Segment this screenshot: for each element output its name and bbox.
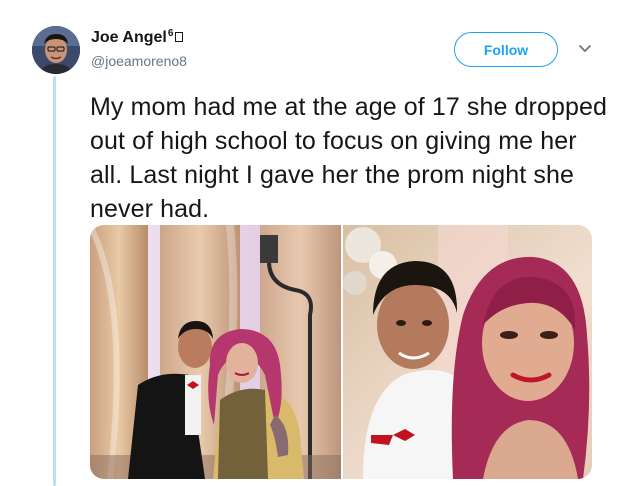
thread-connector-line (53, 76, 56, 486)
display-name-text: Joe Angel (91, 29, 167, 46)
follow-button[interactable]: Follow (454, 32, 558, 67)
emoji-placeholder-icon (175, 32, 184, 42)
author-display-name[interactable]: Joe Angel6 (91, 28, 184, 47)
tweet-text: My mom had me at the age of 17 she dropp… (90, 93, 608, 223)
chevron-down-icon[interactable] (576, 40, 594, 58)
name-superscript: 6 (167, 28, 174, 39)
prom-photo-full-length[interactable] (90, 225, 341, 479)
media-grid (90, 225, 592, 479)
avatar[interactable] (32, 26, 80, 74)
prom-photo-selfie[interactable] (343, 225, 592, 479)
author-handle[interactable]: @joeamoreno8 (91, 53, 187, 69)
